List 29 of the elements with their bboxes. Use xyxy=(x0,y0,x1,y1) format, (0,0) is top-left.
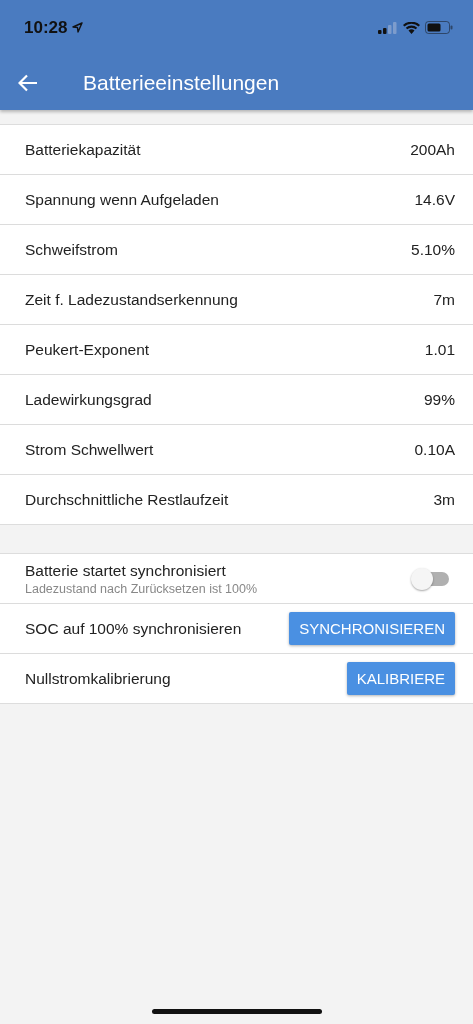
setting-label: Batterie startet synchronisiert xyxy=(25,561,227,580)
setting-label: Strom Schwellwert xyxy=(25,440,154,459)
setting-value: 3m xyxy=(433,490,455,509)
screen-title: Batterieeinstellungen xyxy=(83,70,280,95)
wifi-icon xyxy=(403,21,420,34)
setting-label: SOC auf 100% synchronisieren xyxy=(25,619,242,638)
setting-label: Peukert-Exponent xyxy=(25,340,150,359)
signal-icon xyxy=(378,21,398,34)
setting-label: Spannung wenn Aufgeladen xyxy=(25,190,219,209)
setting-value: 1.01 xyxy=(424,340,455,359)
setting-label: Ladewirkungsgrad xyxy=(25,390,152,409)
setting-label: Schweifstrom xyxy=(25,240,119,259)
location-arrow-icon xyxy=(72,22,84,33)
setting-description: Ladezustand nach Zurücksetzen ist 100% xyxy=(25,581,258,596)
setting-value: 7m xyxy=(433,290,455,309)
setting-value: 99% xyxy=(423,390,455,409)
setting-value: 14.6V xyxy=(414,190,455,209)
status-time: 10:28 xyxy=(24,17,68,38)
action-button[interactable]: KALIBRIERE xyxy=(346,662,455,695)
action-button[interactable]: SYNCHRONISIEREN xyxy=(289,612,455,645)
setting-label: Batteriekapazität xyxy=(25,140,141,159)
back-arrow-icon[interactable] xyxy=(18,73,38,92)
setting-value: 0.10A xyxy=(414,440,455,459)
setting-value: 200Ah xyxy=(410,140,455,159)
setting-value: 5.10% xyxy=(411,240,455,259)
battery-icon xyxy=(425,21,453,34)
setting-label: Zeit f. Ladezustandserkennung xyxy=(25,290,238,309)
setting-label: Durchschnittliche Restlaufzeit xyxy=(25,490,229,509)
setting-label: Nullstromkalibrierung xyxy=(25,669,171,688)
